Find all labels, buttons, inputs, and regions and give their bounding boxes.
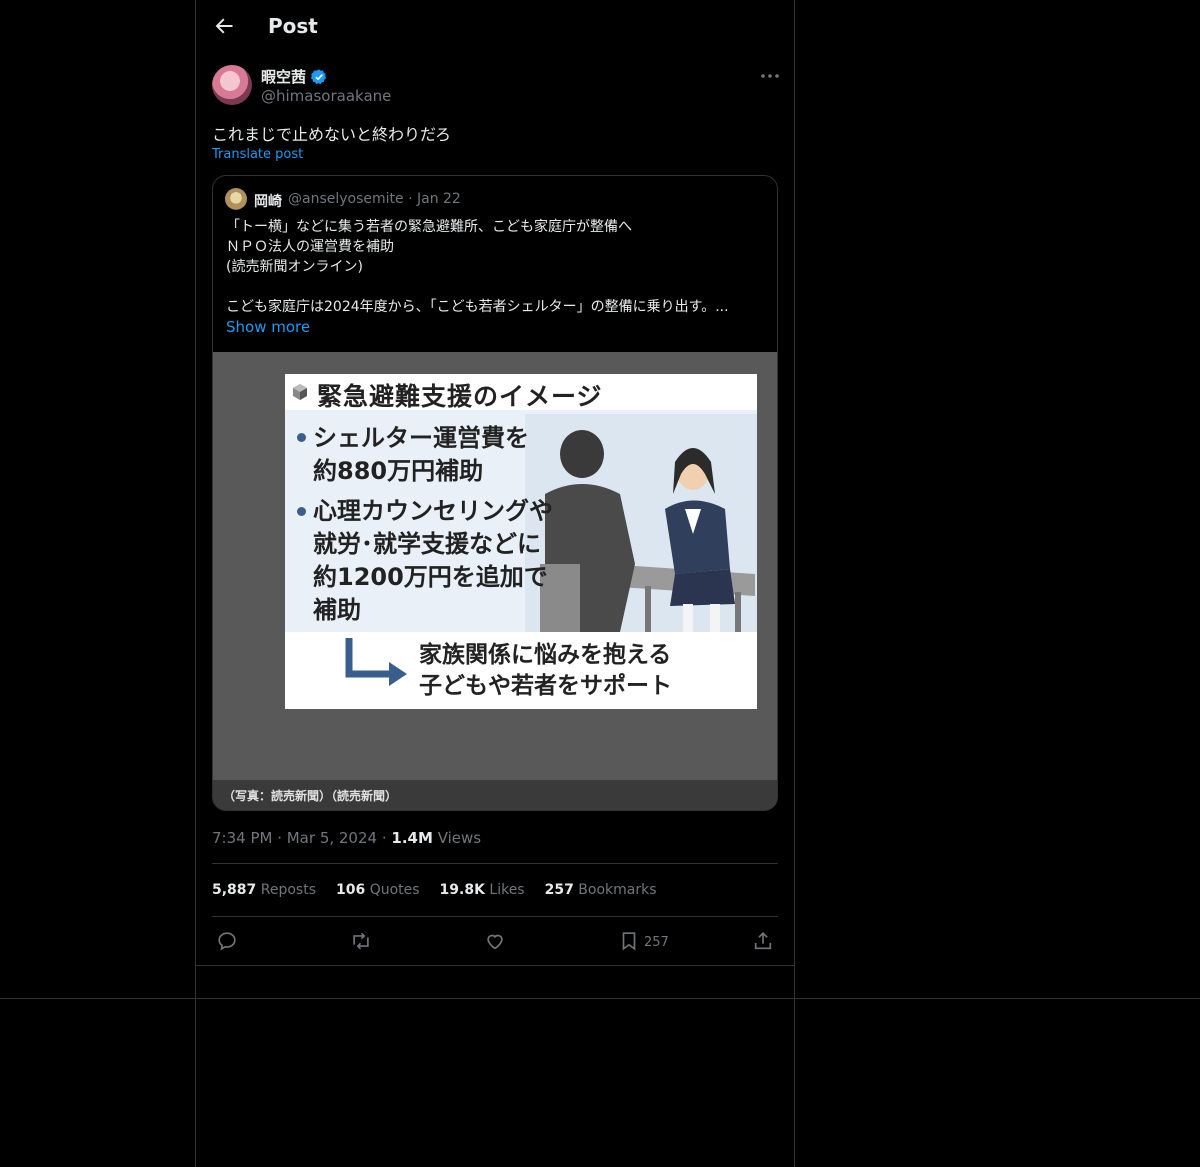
infographic-footer: 家族関係に悩みを抱える 子どもや若者をサポート bbox=[285, 632, 757, 709]
infographic-title: 緊急避難支援のイメージ bbox=[317, 382, 603, 411]
infographic-footer-text: 家族関係に悩みを抱える 子どもや若者をサポート bbox=[419, 640, 672, 702]
bullet-line: シェルター運営費を bbox=[313, 424, 529, 452]
bullet-dot bbox=[297, 507, 306, 516]
bookmarks-count: 257 bbox=[544, 882, 574, 898]
quote-line bbox=[226, 277, 771, 297]
translate-post-link[interactable]: Translate post bbox=[212, 147, 303, 162]
infographic-header: 緊急避難支援のイメージ bbox=[285, 374, 757, 411]
share-icon[interactable] bbox=[752, 930, 774, 952]
likes-label: Likes bbox=[489, 882, 525, 898]
reposts-label: Reposts bbox=[260, 882, 316, 898]
likes-count: 19.8K bbox=[439, 882, 485, 898]
quotes-count: 106 bbox=[336, 882, 366, 898]
bookmarks-stat[interactable]: 257 Bookmarks bbox=[545, 882, 657, 898]
bullet-line: 就労･就学支援などに bbox=[313, 530, 541, 558]
bookmarks-label: Bookmarks bbox=[578, 882, 657, 898]
media-caption: （写真：読売新聞）（読売新聞） bbox=[223, 789, 398, 803]
top-bar: Post bbox=[196, 0, 794, 53]
footer-line: 家族関係に悩みを抱える bbox=[419, 642, 672, 668]
footer-line: 子どもや若者をサポート bbox=[419, 673, 672, 699]
media-caption-bar: （写真：読売新聞）（読売新聞） bbox=[213, 780, 777, 810]
illustration-figures bbox=[525, 414, 757, 632]
divider bbox=[212, 863, 778, 864]
reply-icon[interactable] bbox=[216, 930, 238, 952]
bookmark-icon[interactable] bbox=[618, 930, 640, 952]
quote-text: 「トー横」などに集う若者の緊急避難所、こども家庭庁が整備へ ＮＰＯ法人の運営費を… bbox=[226, 217, 771, 337]
bullet-1-text: シェルター運営費を 約880万円補助 bbox=[313, 422, 529, 488]
post-bottom-border bbox=[196, 965, 794, 966]
quote-line: こども家庭庁は2024年度から、「こども若者シェルター」の整備に乗り出す。... bbox=[226, 299, 729, 315]
bookmark-action-count: 257 bbox=[644, 935, 669, 950]
author-name[interactable]: 暇空茜 bbox=[261, 66, 328, 87]
bullet-line: 約880万円補助 bbox=[313, 457, 484, 485]
quotes-stat[interactable]: 106 Quotes bbox=[336, 882, 420, 898]
main-column: Post 暇空茜 @himasoraakane これまじで止めないと終わりだろ … bbox=[195, 0, 795, 1167]
show-more-link[interactable]: Show more bbox=[226, 317, 771, 337]
more-icon[interactable] bbox=[758, 66, 782, 86]
bullet-line: 補助 bbox=[313, 596, 361, 624]
likes-stat[interactable]: 19.8K Likes bbox=[440, 882, 525, 898]
bullet-line: 心理カウンセリングや bbox=[313, 497, 553, 525]
engagement-stats: 5,887 Reposts 106 Quotes 19.8K Likes 257… bbox=[212, 882, 657, 898]
quote-line: (読売新聞オンライン) bbox=[226, 259, 363, 275]
author-display-name[interactable]: 暇空茜 bbox=[261, 66, 306, 87]
repost-icon[interactable] bbox=[350, 930, 372, 952]
quoted-post[interactable]: 岡崎 @anselyosemite · Jan 22 「トー横」などに集う若者の… bbox=[212, 175, 778, 811]
divider bbox=[212, 916, 778, 917]
quote-line: 「トー横」などに集う若者の緊急避難所、こども家庭庁が整備へ bbox=[226, 219, 632, 235]
bullet-2-text: 心理カウンセリングや 就労･就学支援などに 約1200万円を追加で 補助 bbox=[313, 495, 553, 627]
like-icon[interactable] bbox=[484, 930, 506, 952]
views-count: 1.4M bbox=[391, 829, 433, 847]
back-arrow-icon[interactable] bbox=[212, 14, 236, 38]
author-handle[interactable]: @himasoraakane bbox=[261, 87, 391, 105]
quote-avatar bbox=[225, 188, 247, 210]
views-label: Views bbox=[437, 829, 482, 847]
quote-handle-date: @anselyosemite · Jan 22 bbox=[288, 191, 461, 207]
quotes-label: Quotes bbox=[369, 882, 420, 898]
page-title: Post bbox=[268, 14, 318, 38]
quote-display-name: 岡崎 bbox=[254, 194, 282, 210]
corner-arrow-icon bbox=[345, 638, 407, 686]
reposts-count: 5,887 bbox=[212, 882, 257, 898]
post-meta: 7:34 PM · Mar 5, 2024 · 1.4M Views bbox=[212, 829, 482, 847]
post-text: これまじで止めないと終わりだろ bbox=[212, 125, 452, 144]
reposts-stat[interactable]: 5,887 Reposts bbox=[212, 882, 316, 898]
infographic-image: 緊急避難支援のイメージ シェルター運営費を 約880万円補助 心理カウンセリング… bbox=[285, 374, 757, 709]
quote-media[interactable]: 緊急避難支援のイメージ シェルター運営費を 約880万円補助 心理カウンセリング… bbox=[213, 352, 777, 810]
cube-icon bbox=[293, 384, 307, 400]
bullet-dot bbox=[297, 433, 306, 442]
bullet-line: 約1200万円を追加で bbox=[313, 563, 548, 591]
post-timestamp[interactable]: 7:34 PM · Mar 5, 2024 bbox=[212, 829, 377, 847]
avatar[interactable] bbox=[212, 65, 252, 105]
quote-line: ＮＰＯ法人の運営費を補助 bbox=[226, 239, 394, 255]
verified-badge-icon bbox=[310, 68, 327, 84]
